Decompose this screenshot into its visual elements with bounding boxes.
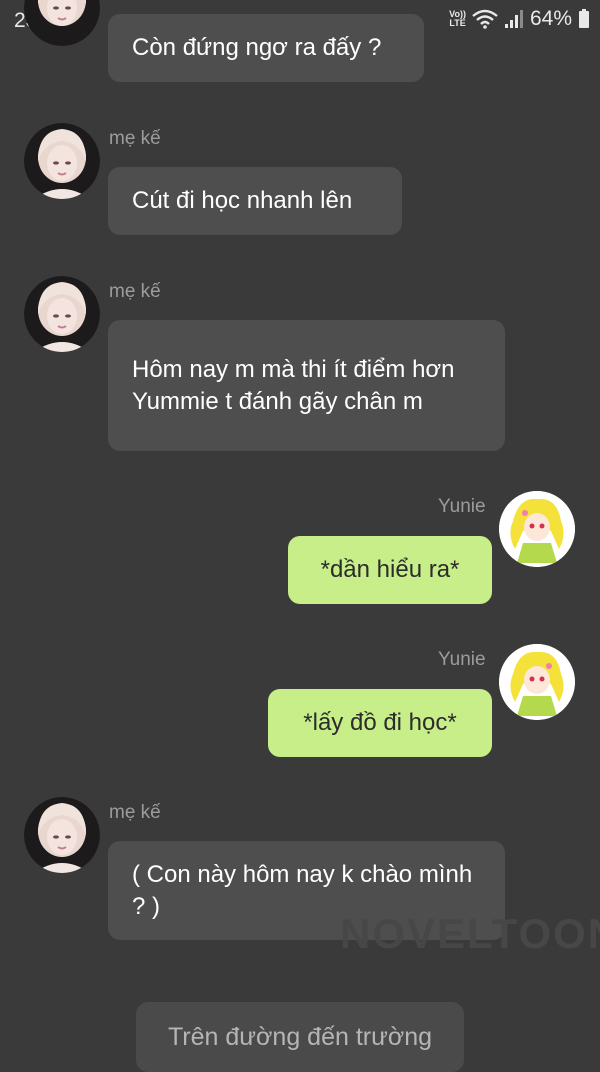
- wifi-icon: [472, 9, 498, 29]
- watermark: NOVELTOON: [340, 910, 600, 957]
- avatar-yunie[interactable]: [499, 644, 575, 720]
- message-bubble: *lấy đồ đi học*: [268, 689, 492, 757]
- avatar-stepmother[interactable]: [24, 276, 100, 352]
- message-bubble: Còn đứng ngơ ra đấy ?: [108, 14, 424, 82]
- signal-icon: [504, 10, 523, 28]
- status-icons: Vo)) LTE 64%: [449, 7, 590, 31]
- message-bubble: Hôm nay m mà thi ít điểm hơn Yummie t đá…: [108, 320, 505, 451]
- caption-text: Trên đường đến trường: [167, 1022, 433, 1051]
- sender-name: mẹ kế: [109, 281, 161, 302]
- battery-percent: 64%: [529, 7, 572, 30]
- avatar-yunie[interactable]: [499, 491, 575, 567]
- avatar-stepmother[interactable]: [24, 123, 100, 199]
- message-text: Hôm nay m mà thi ít điểm hơn Yummie t đá…: [132, 355, 455, 415]
- sender-name: Yunie: [438, 496, 486, 517]
- sender-name: mẹ kế: [109, 802, 161, 823]
- message-bubble: *dần hiểu ra*: [288, 536, 492, 604]
- message-text: Còn đứng ngơ ra đấy ?: [132, 34, 382, 61]
- message-text: Cút đi học nhanh lên: [132, 187, 353, 214]
- sender-name: Yunie: [438, 649, 486, 670]
- message-text: *dần hiểu ra*: [320, 556, 460, 583]
- scene-caption: Trên đường đến trường: [136, 1002, 464, 1072]
- sender-name: mẹ kế: [109, 128, 161, 149]
- message-bubble: Cút đi học nhanh lên: [108, 167, 402, 235]
- avatar-stepmother[interactable]: [24, 797, 100, 873]
- message-text: *lấy đồ đi học*: [303, 709, 457, 736]
- volte-icon: Vo)) LTE: [449, 9, 466, 28]
- battery-icon: [579, 9, 589, 28]
